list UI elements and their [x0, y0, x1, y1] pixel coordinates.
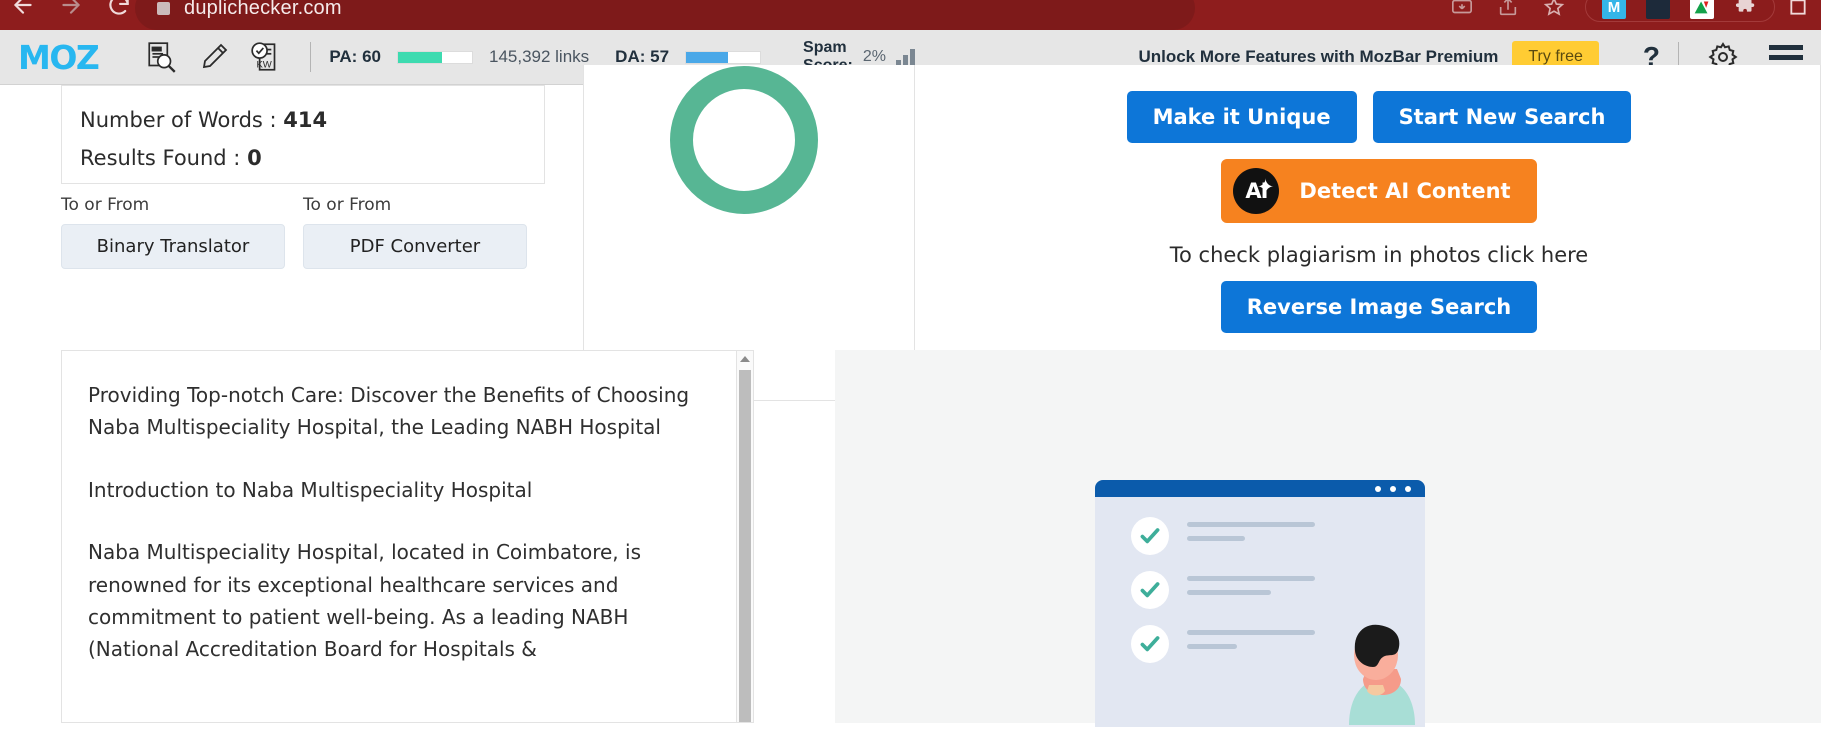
browser-toolbar: duplichecker.com M — [0, 0, 1821, 30]
premium-promo-text: Unlock More Features with MozBar Premium — [1138, 47, 1499, 66]
address-bar-url: duplichecker.com — [184, 0, 342, 19]
ai-badge-icon: AI ✦ — [1233, 168, 1280, 214]
article-spacer-2 — [88, 506, 706, 536]
person-illustration — [1319, 617, 1439, 727]
reverse-image-search-button[interactable]: Reverse Image Search — [1220, 281, 1538, 333]
keyword-icon[interactable]: KW — [240, 35, 292, 79]
extensions-pill: M — [1585, 0, 1775, 22]
page-authority-bar — [396, 50, 473, 64]
window-control-icon[interactable] — [1775, 0, 1821, 21]
detect-ai-content-label: Detect AI Content — [1299, 179, 1511, 203]
reverse-image-row: Reverse Image Search — [944, 281, 1814, 333]
detect-ai-row: AI ✦ Detect AI Content — [944, 159, 1814, 223]
primary-action-row: Make it Unique Start New Search — [944, 91, 1814, 143]
page-authority-label: PA: 60 — [329, 47, 381, 66]
checklist-illustration — [1095, 480, 1425, 727]
spam-score-bars — [895, 49, 915, 65]
photo-plagiarism-note: To check plagiarism in photos click here — [1169, 243, 1589, 267]
page-authority-bar-fill — [397, 51, 443, 63]
pdf-converter-caption: To or From — [303, 195, 392, 215]
word-count-value: 414 — [283, 108, 328, 132]
article-heading: Introduction to Naba Multispeciality Hos… — [88, 477, 533, 502]
highlighter-icon[interactable] — [188, 35, 240, 79]
pdf-converter-group: To or From PDF Converter — [303, 195, 527, 269]
toolbar-divider-1 — [310, 42, 312, 72]
check-icon — [1131, 625, 1169, 663]
article-scrollbar[interactable] — [737, 350, 754, 723]
page-content: Number of Words : 414 Results Found : 0 … — [0, 65, 1821, 727]
pdf-converter-button[interactable]: PDF Converter — [303, 224, 527, 269]
svg-text:KW: KW — [257, 60, 272, 71]
page-analysis-icon[interactable] — [136, 35, 188, 79]
results-found-label: Results Found : — [80, 146, 248, 170]
uniqueness-donut-chart — [670, 66, 818, 214]
checklist-lines — [1187, 630, 1315, 658]
domain-authority-bar-fill — [686, 51, 729, 63]
detect-ai-content-button[interactable]: AI ✦ Detect AI Content — [1221, 159, 1537, 223]
puzzle-extensions-icon[interactable] — [1724, 0, 1768, 20]
scrollbar-thumb[interactable] — [739, 370, 751, 722]
navigation-controls — [10, 0, 132, 18]
illustration-card-header — [1095, 480, 1425, 497]
article-text-inner: Providing Top-notch Care: Discover the B… — [62, 351, 736, 666]
checklist-lines — [1187, 576, 1315, 604]
binary-translator-button[interactable]: Binary Translator — [61, 224, 285, 269]
browser-right-icons: M — [1439, 0, 1821, 22]
results-found-value: 0 — [247, 146, 262, 170]
article-title: Providing Top-notch Care: Discover the B… — [88, 383, 690, 440]
reload-icon[interactable] — [106, 0, 132, 18]
word-count-line: Number of Words : 414 — [80, 108, 544, 132]
results-found-line: Results Found : 0 — [80, 146, 544, 170]
binary-translator-group: To or From Binary Translator — [61, 195, 285, 269]
check-icon — [1131, 517, 1169, 555]
make-it-unique-button[interactable]: Make it Unique — [1126, 91, 1357, 143]
domain-authority-label: DA: 57 — [615, 47, 670, 66]
stats-card: Number of Words : 414 Results Found : 0 — [61, 85, 545, 184]
moz-logo[interactable]: MOZ — [18, 38, 100, 77]
sparkle-icon: ✦ — [1256, 175, 1275, 199]
scroll-up-arrow-icon[interactable] — [737, 351, 753, 367]
checklist-lines — [1187, 522, 1315, 550]
article-text-panel[interactable]: Providing Top-notch Care: Discover the B… — [61, 350, 737, 723]
back-arrow-icon[interactable] — [10, 0, 36, 18]
checklist-item — [1095, 517, 1425, 571]
share-icon[interactable] — [1485, 0, 1531, 21]
dark-extension-icon[interactable] — [1636, 0, 1680, 20]
forward-arrow-icon[interactable] — [58, 0, 84, 18]
result-actions: Make it Unique Start New Search AI ✦ Det… — [944, 65, 1814, 333]
start-new-search-button[interactable]: Start New Search — [1372, 91, 1632, 143]
binary-translator-caption: To or From — [61, 195, 150, 215]
word-count-label: Number of Words : — [80, 108, 284, 132]
article-spacer-1 — [88, 444, 706, 474]
bookmark-star-icon[interactable] — [1531, 0, 1577, 21]
links-count: 145,392 links — [488, 47, 590, 66]
site-info-icon — [157, 1, 170, 15]
spam-score-value: 2% — [862, 48, 886, 65]
domain-authority-bar — [685, 50, 762, 64]
address-bar[interactable]: duplichecker.com — [135, 0, 1195, 30]
moz-extension-icon[interactable]: M — [1592, 0, 1636, 20]
promo-illustration-panel — [835, 350, 1821, 727]
article-body: Naba Multispeciality Hospital, located i… — [88, 540, 641, 662]
check-icon — [1131, 571, 1169, 609]
cast-icon[interactable] — [1439, 0, 1485, 21]
grammarly-extension-icon[interactable] — [1680, 0, 1724, 20]
